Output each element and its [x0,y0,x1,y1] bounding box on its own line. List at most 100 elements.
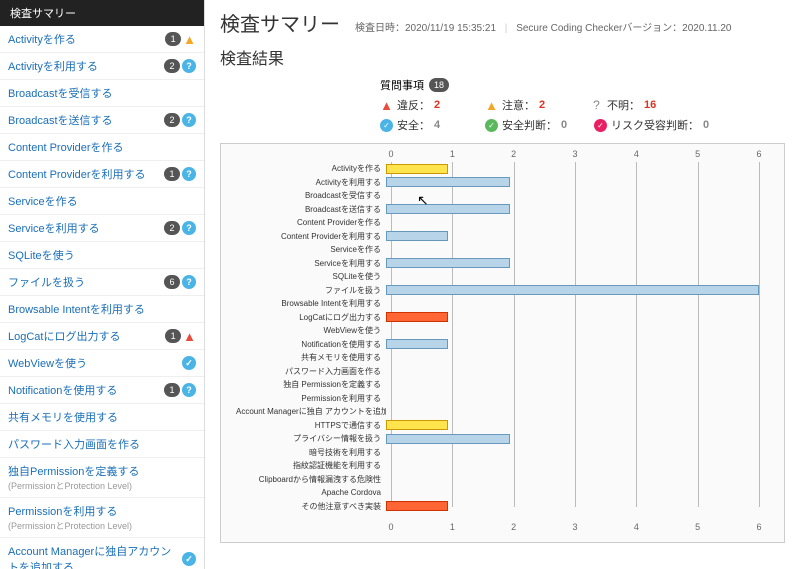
axis-tick: 3 [572,522,577,532]
sidebar-item-label: 独自Permissionを定義する [8,466,139,478]
chart-row: Apache Cordova [236,486,759,500]
chart-bar [386,231,448,241]
chart-row-label: Serviceを利用する [236,258,386,269]
main-content: 検査サマリー 検査日時：2020/11/19 15:35:21 | Secure… [205,0,800,569]
sidebar-item-11[interactable]: LogCatにログ出力する 1▲ [0,323,204,350]
stat-value: 4 [434,119,452,131]
sidebar-item-sublabel: (PermissionとProtection Level) [8,479,196,492]
summary-head-badge: 18 [429,78,449,92]
axis-tick: 4 [634,149,639,159]
info-icon: ? [182,113,196,127]
chart-row: パスワード入力画面を作る [236,365,759,379]
stat-label: 安全判断： [502,117,557,133]
danger-icon: ▲ [183,329,196,344]
chart-bar-area [386,447,759,457]
sidebar-item-10[interactable]: Browsable Intentを利用する [0,296,204,323]
chart-bar-area [386,393,759,403]
summary-head: 質問事項 18 [380,77,785,93]
chart-row: その他注意すべき実装 [236,500,759,514]
chart-bar-area [386,285,759,295]
sidebar-item-17[interactable]: Permissionを利用する(PermissionとProtection Le… [0,498,204,538]
axis-tick: 0 [388,149,393,159]
sidebar-item-15[interactable]: パスワード入力画面を作る [0,431,204,458]
sidebar-item-13[interactable]: Notificationを使用する1? [0,377,204,404]
product-name: Secure Coding Checker [516,23,622,34]
warning-icon: ▲ [485,99,498,112]
stat-value: 0 [703,119,721,131]
count-badge: 1 [165,329,181,343]
sidebar-item-0[interactable]: Activityを作る1▲ [0,26,204,53]
chart-row: Clipboardから情報漏洩する危険性 [236,473,759,487]
chart-row-label: Apache Cordova [236,488,386,497]
chart-row: プライバシー情報を扱う [236,432,759,446]
stat-label: 違反： [397,97,430,113]
chart-row-label: Activityを作る [236,163,386,174]
safe-judge-icon: ✓ [485,119,498,132]
sidebar-item-label: 共有メモリを使用する [8,412,118,424]
sidebar-item-3[interactable]: Broadcastを送信する2? [0,107,204,134]
sidebar-item-1[interactable]: Activityを利用する2? [0,53,204,80]
stat-value: 0 [561,119,579,131]
chart-row: Serviceを利用する [236,257,759,271]
sidebar-item-5[interactable]: Content Providerを利用する1? [0,161,204,188]
chart-row-label: Clipboardから情報漏洩する危険性 [236,474,386,485]
sidebar-item-label: Permissionを利用する [8,506,117,518]
stat-value: 2 [539,99,557,111]
sidebar-item-16[interactable]: 独自Permissionを定義する(PermissionとProtection … [0,458,204,498]
sidebar-header: 検査サマリー [0,0,204,26]
sidebar-item-9[interactable]: ファイルを扱う6? [0,269,204,296]
chart-bar [386,434,510,444]
chart-bar [386,312,448,322]
count-badge: 1 [165,32,181,46]
sidebar-item-label: Content Providerを利用する [8,169,146,181]
info-icon: ? [182,383,196,397]
sidebar-item-12[interactable]: WebViewを使う✓ [0,350,204,377]
chart-bar [386,204,510,214]
risk-accept-icon: ✓ [594,119,607,132]
chart-bar-area [386,474,759,484]
chart-row: Notificationを使用する [236,338,759,352]
stats-row-2: ✓安全：4✓安全判断：0✓リスク受容判断：0 [380,117,785,133]
header-meta: 検査日時：2020/11/19 15:35:21 | Secure Coding… [355,19,731,34]
chart-row-label: Serviceを作る [236,244,386,255]
chart-row-label: Content Providerを利用する [236,231,386,242]
chart-row-label: Permissionを利用する [236,393,386,404]
sidebar-item-7[interactable]: Serviceを利用する2? [0,215,204,242]
version-value: 2020.11.20 [682,23,731,34]
chart-row-label: SQLiteを使う [236,271,386,282]
count-badge: 1 [164,167,180,181]
sidebar-item-18[interactable]: Account Managerに独自アカウントを追加する✓ [0,538,204,569]
sidebar-item-4[interactable]: Content Providerを作る [0,134,204,161]
sidebar-item-6[interactable]: Serviceを作る [0,188,204,215]
chart-row: HTTPSで通信する [236,419,759,433]
sidebar-item-label: Broadcastを受信する [8,88,113,100]
sidebar-item-label: LogCatにログ出力する [8,331,120,343]
chart-bar-area [386,312,759,322]
sidebar-item-14[interactable]: 共有メモリを使用する [0,404,204,431]
axis-tick: 6 [756,149,761,159]
chart-row-label: LogCatにログ出力する [236,312,386,323]
axis-tick: 3 [572,149,577,159]
axis-tick: 1 [450,522,455,532]
chart-row-label: 独自 Permissionを定義する [236,379,386,390]
stat-item: ✓ 安全判断： 0 [485,117,579,133]
axis-tick: 5 [695,149,700,159]
chart-row: WebViewを使う [236,324,759,338]
sidebar-item-2[interactable]: Broadcastを受信する [0,80,204,107]
stat-item: ✓リスク受容判断：0 [594,117,721,133]
chart-row-label: WebViewを使う [236,325,386,336]
sidebar-item-label: Serviceを作る [8,196,78,208]
count-badge: 1 [164,383,180,397]
info-icon: ? [182,59,196,73]
chart-row: 暗号技術を利用する [236,446,759,460]
chart-row: Activityを作る [236,162,759,176]
count-badge: 2 [164,113,180,127]
chart-bar [386,177,510,187]
sidebar-item-8[interactable]: SQLiteを使う [0,242,204,269]
stat-item: ✓安全：4 [380,117,470,133]
sidebar-item-label: Content Providerを作る [8,142,124,154]
check-icon: ✓ [182,552,196,566]
count-badge: 2 [164,59,180,73]
chart-row-label: Activityを利用する [236,177,386,188]
chart-bar-area [386,231,759,241]
